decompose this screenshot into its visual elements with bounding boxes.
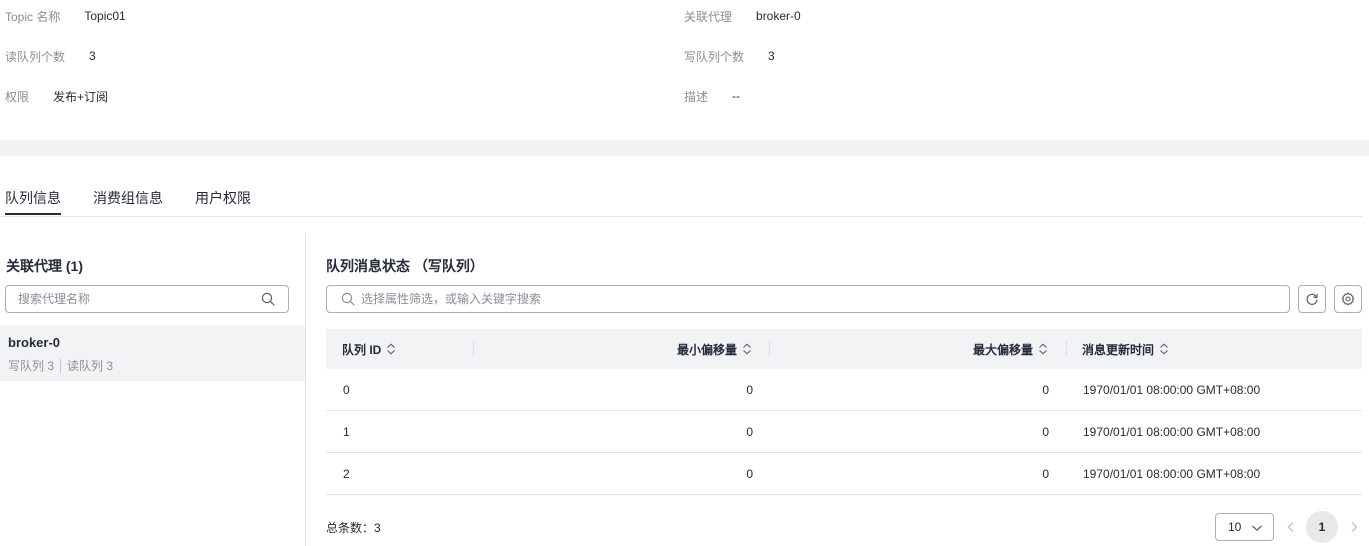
chevron-down-icon bbox=[1251, 522, 1263, 532]
filter-search-icon bbox=[341, 292, 355, 306]
read-queues-value: 3 bbox=[89, 49, 96, 63]
write-queues-row: 写队列个数 3 bbox=[684, 48, 775, 64]
topic-name-value: Topic01 bbox=[84, 9, 126, 23]
table-header: 队列 ID 最小偏移量 最大偏移量 消息更新时间 bbox=[326, 329, 1362, 369]
cell-max-offset: 0 bbox=[1042, 466, 1049, 481]
read-queues-row: 读队列个数 3 bbox=[5, 48, 96, 64]
page-number-current[interactable]: 1 bbox=[1306, 511, 1338, 543]
search-icon[interactable] bbox=[261, 292, 275, 306]
broker-item-meta: 写队列 3 读队列 3 bbox=[8, 357, 113, 374]
column-separator bbox=[1066, 341, 1067, 357]
chevron-left-icon bbox=[1286, 521, 1296, 533]
next-page-button[interactable] bbox=[1346, 519, 1362, 535]
column-separator bbox=[473, 341, 474, 357]
sort-icon[interactable] bbox=[1159, 343, 1169, 355]
sort-icon[interactable] bbox=[742, 343, 752, 355]
page-size-value: 10 bbox=[1228, 520, 1242, 534]
broker-row: 关联代理 broker-0 bbox=[684, 8, 801, 24]
prev-page-button[interactable] bbox=[1283, 519, 1299, 535]
panel-divider bbox=[305, 233, 306, 546]
read-queues-label: 读队列个数 bbox=[5, 49, 66, 64]
cell-max-offset: 0 bbox=[1042, 424, 1049, 439]
settings-button[interactable] bbox=[1334, 285, 1362, 313]
topic-name-label: Topic 名称 bbox=[5, 9, 61, 24]
sort-icon[interactable] bbox=[386, 343, 396, 355]
write-queues-label: 写队列个数 bbox=[684, 49, 745, 64]
table-row: 1 0 0 1970/01/01 08:00:00 GMT+08:00 bbox=[326, 411, 1362, 453]
table-row: 0 0 0 1970/01/01 08:00:00 GMT+08:00 bbox=[326, 369, 1362, 411]
cell-queue-id: 1 bbox=[343, 424, 350, 439]
queue-filter-input[interactable] bbox=[361, 286, 1271, 312]
tab-user-permissions[interactable]: 用户权限 bbox=[195, 188, 251, 208]
column-header-label: 队列 ID bbox=[342, 342, 382, 357]
description-label: 描述 bbox=[684, 89, 709, 104]
meta-divider bbox=[60, 358, 62, 373]
column-header-queue-id[interactable]: 队列 ID bbox=[342, 329, 396, 369]
cell-min-offset: 0 bbox=[746, 466, 753, 481]
refresh-button[interactable] bbox=[1298, 285, 1326, 313]
queue-status-title: 队列消息状态 （写队列） bbox=[326, 258, 484, 274]
column-header-label: 最大偏移量 bbox=[972, 342, 1033, 357]
cell-queue-id: 2 bbox=[343, 466, 350, 481]
cell-max-offset: 0 bbox=[1042, 382, 1049, 397]
column-header-min-offset[interactable]: 最小偏移量 bbox=[677, 329, 752, 369]
broker-item-read-queues: 读队列 3 bbox=[67, 359, 114, 373]
cell-update-time: 1970/01/01 08:00:00 GMT+08:00 bbox=[1083, 466, 1261, 481]
broker-search-input[interactable] bbox=[18, 286, 254, 312]
queue-table: 队列 ID 最小偏移量 最大偏移量 消息更新时间 0 0 0 1970/01/0… bbox=[326, 329, 1362, 495]
topic-name-row: Topic 名称 Topic01 bbox=[5, 8, 126, 24]
broker-label: 关联代理 bbox=[684, 9, 733, 24]
chevron-right-icon bbox=[1349, 521, 1359, 533]
tab-bar: 队列信息 消费组信息 用户权限 bbox=[0, 182, 1362, 217]
permission-value: 发布+订阅 bbox=[53, 89, 109, 104]
broker-item-name: broker-0 bbox=[8, 335, 61, 350]
permission-label: 权限 bbox=[5, 89, 30, 104]
description-row: 描述 -- bbox=[684, 88, 740, 104]
broker-list-title: 关联代理 (1) bbox=[6, 258, 83, 274]
section-divider-band bbox=[0, 140, 1369, 156]
broker-value: broker-0 bbox=[756, 9, 801, 23]
column-header-label: 最小偏移量 bbox=[676, 342, 737, 357]
tab-queue-info[interactable]: 队列信息 bbox=[5, 188, 61, 215]
column-header-update-time[interactable]: 消息更新时间 bbox=[1082, 329, 1169, 369]
cell-min-offset: 0 bbox=[746, 424, 753, 439]
write-queues-value: 3 bbox=[768, 49, 775, 63]
tab-consumer-group-info[interactable]: 消费组信息 bbox=[93, 188, 163, 208]
cell-update-time: 1970/01/01 08:00:00 GMT+08:00 bbox=[1083, 424, 1261, 439]
column-separator bbox=[769, 341, 770, 357]
broker-item-write-queues: 写队列 3 bbox=[8, 359, 55, 373]
broker-list-item[interactable]: broker-0 写队列 3 读队列 3 bbox=[0, 325, 305, 381]
column-header-max-offset[interactable]: 最大偏移量 bbox=[973, 329, 1048, 369]
table-row: 2 0 0 1970/01/01 08:00:00 GMT+08:00 bbox=[326, 453, 1362, 495]
gear-icon bbox=[1341, 292, 1355, 306]
refresh-icon bbox=[1305, 292, 1319, 306]
cell-queue-id: 0 bbox=[343, 382, 350, 397]
queue-filter-box bbox=[326, 285, 1290, 313]
cell-update-time: 1970/01/01 08:00:00 GMT+08:00 bbox=[1083, 382, 1261, 397]
page-size-select[interactable]: 10 bbox=[1215, 513, 1274, 541]
permission-row: 权限 发布+订阅 bbox=[5, 88, 108, 104]
total-count: 总条数：3 bbox=[326, 521, 381, 535]
sort-icon[interactable] bbox=[1038, 343, 1048, 355]
description-value: -- bbox=[732, 89, 741, 103]
column-header-label: 消息更新时间 bbox=[1082, 342, 1155, 357]
cell-min-offset: 0 bbox=[746, 382, 753, 397]
broker-search-box bbox=[5, 285, 289, 313]
